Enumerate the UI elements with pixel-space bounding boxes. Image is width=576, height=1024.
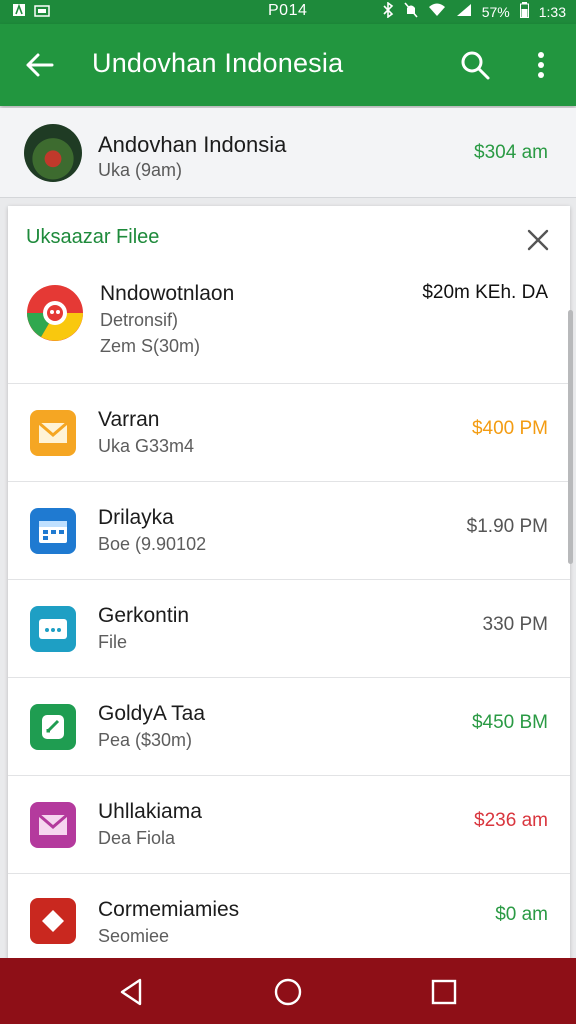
google-chrome-icon [26, 284, 84, 342]
message-icon [30, 606, 76, 652]
wifi-icon [428, 3, 446, 21]
envelope-icon [30, 802, 76, 848]
status-left-icons [12, 3, 50, 21]
item-name: Varran [98, 408, 160, 431]
status-bar: P014 57% 1:33 [0, 0, 576, 24]
item-amount: 330 PM [482, 614, 548, 635]
list-item[interactable]: Uhllakiama Dea Fiola $236 am [8, 776, 570, 874]
status-right-icons: 57% 1:33 [382, 1, 566, 22]
item-amount: $236 am [474, 810, 548, 831]
avatar [24, 124, 82, 182]
item-amount: $400 PM [471, 418, 548, 439]
app-bar: Undovhan Indonesia [0, 24, 576, 106]
battery-percent: 57% [481, 4, 510, 20]
item-name: Cormemiamies [98, 898, 240, 921]
list-item[interactable]: Cormemiamies Seomiee $0 am [8, 874, 570, 966]
calendar-icon [30, 508, 76, 554]
item-subtitle: Boe (9.90102 [98, 534, 207, 554]
item-subtitle: Detronsif) [100, 310, 179, 330]
home-nav-icon[interactable] [272, 976, 304, 1008]
item-subtitle: Seomiee [98, 926, 170, 946]
search-icon[interactable] [458, 48, 492, 82]
list-item[interactable]: Gerkontin File 330 PM [8, 580, 570, 678]
account-subtitle: Uka (9am) [98, 160, 183, 180]
account-amount: $304 am [474, 142, 548, 163]
note-icon [30, 704, 76, 750]
item-amount: $20m KEh. DA [422, 282, 548, 303]
item-subtitle: File [98, 632, 128, 652]
mute-icon [404, 2, 418, 22]
list-item[interactable]: Varran Uka G33m4 $400 PM [8, 384, 570, 482]
diamond-icon [30, 898, 76, 944]
status-time: P014 [268, 2, 308, 19]
signal-icon [456, 3, 472, 21]
item-name: Nndowotnlaon [100, 282, 235, 305]
item-amount: $1.90 PM [466, 516, 548, 537]
recents-nav-icon[interactable] [428, 976, 460, 1008]
mail-icon [30, 410, 76, 456]
item-subtitle: Pea ($30m) [98, 730, 193, 750]
navigation-bar [0, 958, 576, 1024]
item-name: Drilayka [98, 506, 174, 529]
app-bar-title: Undovhan Indonesia [92, 48, 344, 78]
item-name: Uhllakiama [98, 800, 202, 823]
battery-icon [519, 2, 529, 22]
item-name: Gerkontin [98, 604, 190, 627]
photo-icon [34, 3, 50, 21]
item-subtitle: Uka G33m4 [98, 436, 195, 456]
scrollbar[interactable] [568, 310, 573, 564]
account-header[interactable]: Andovhan Indonsia Uka (9am) $304 am [0, 108, 576, 198]
close-icon[interactable] [526, 228, 550, 252]
notification-icon [12, 3, 26, 21]
list-item[interactable]: Nndowotnlaon Detronsif) Zem S(30m) $20m … [8, 266, 570, 384]
list-item[interactable]: Drilayka Boe (9.90102 $1.90 PM [8, 482, 570, 580]
back-nav-icon[interactable] [116, 976, 148, 1008]
item-subtitle: Dea Fiola [98, 828, 176, 848]
list-item[interactable]: GoldyA Taa Pea ($30m) $450 BM [8, 678, 570, 776]
panel-title: Uksaazar Filee [26, 226, 160, 248]
clock-right: 1:33 [538, 4, 566, 20]
back-arrow-icon[interactable] [22, 47, 58, 83]
item-subtitle-2: Zem S(30m) [100, 336, 201, 356]
files-panel: Uksaazar Filee Nndowotnlaon Detronsif) Z… [8, 206, 570, 966]
item-name: GoldyA Taa [98, 702, 206, 725]
item-amount: $450 BM [471, 712, 548, 733]
item-amount: $0 am [495, 904, 548, 925]
account-name: Andovhan Indonsia [98, 132, 287, 157]
more-vert-icon[interactable] [526, 48, 556, 82]
bluetooth-icon [382, 1, 394, 22]
